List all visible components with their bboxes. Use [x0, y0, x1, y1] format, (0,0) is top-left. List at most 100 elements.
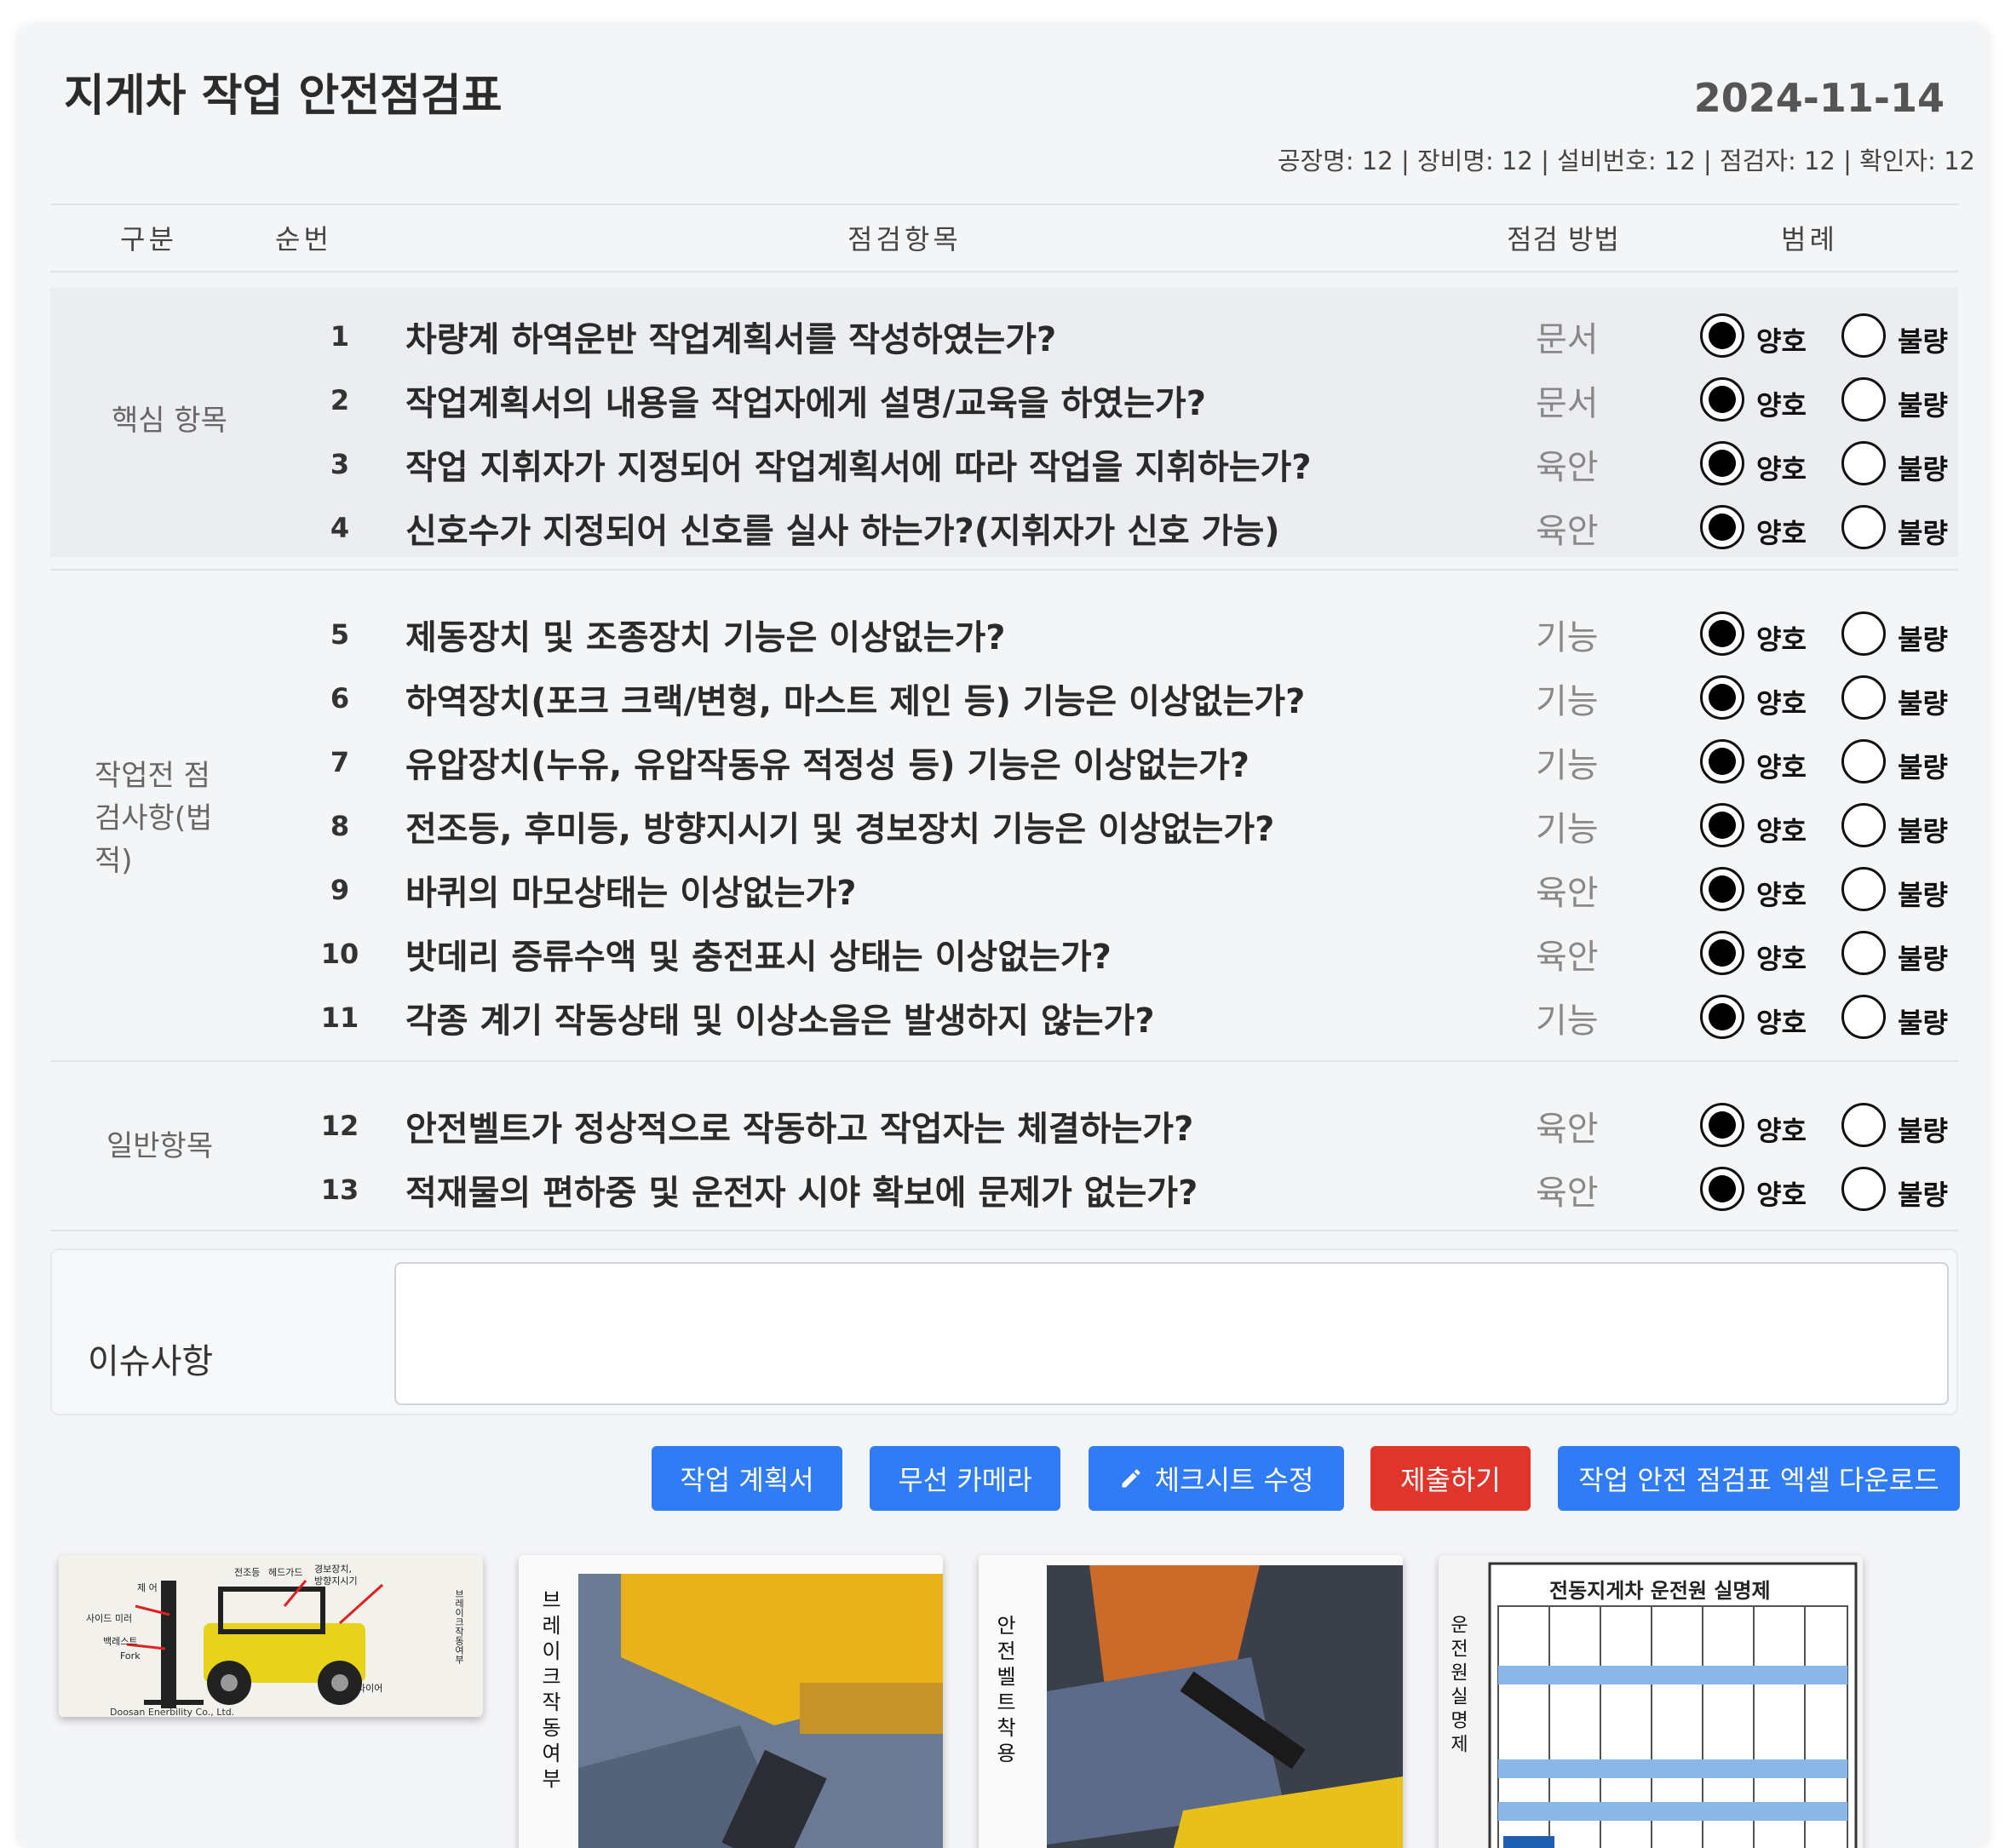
- issue-textarea[interactable]: [394, 1262, 1949, 1405]
- row-method: 기능: [1536, 618, 1599, 657]
- work-plan-button[interactable]: 작업 계획서: [652, 1446, 842, 1511]
- photo-brake-check[interactable]: 브레이크작동여부: [519, 1555, 943, 1848]
- row-method: 기능: [1536, 810, 1599, 849]
- row-number: 8: [330, 810, 350, 842]
- diagram-label: 백레스트: [103, 1636, 137, 1647]
- diagram-label: 방향지시기: [314, 1575, 358, 1587]
- excel-download-button[interactable]: 작업 안전 점검표 엑셀 다운로드: [1558, 1446, 1960, 1511]
- row-question: 작업계획서의 내용을 작업자에게 설명/교육을 하였는가?: [405, 384, 1206, 423]
- meta-inspector: 점검자: 12 |: [1719, 146, 1852, 175]
- meta-approver: 확인자: 12: [1859, 146, 1975, 175]
- edit-checksheet-button[interactable]: 체크시트 수정: [1089, 1446, 1344, 1511]
- radio-circle[interactable]: [1700, 995, 1744, 1039]
- radio-circle[interactable]: [1841, 803, 1886, 847]
- radio-bad-label: 불량: [1898, 1179, 1948, 1211]
- radio-circle[interactable]: [1841, 505, 1886, 549]
- radio-good-label: 양호: [1756, 389, 1807, 422]
- check-row: 12 안전벨트가 정상적으로 작동하고 작업자는 체결하는가? 육안 양호 불량: [50, 1091, 1958, 1155]
- radio-circle[interactable]: [1841, 611, 1886, 656]
- radio-circle[interactable]: [1700, 867, 1744, 911]
- section-pre-work: 작업전 점 검사항(법 적) 5 제동장치 및 조종장치 기능은 이상없는가? …: [50, 571, 1958, 1060]
- seatbelt-image: 안전벨트착용: [979, 1555, 1403, 1848]
- radio-bad-label: 불량: [1898, 751, 1948, 783]
- check-row: 6 하역장치(포크 크랙/변형, 마스트 제인 등) 기능은 이상없는가? 기능…: [50, 663, 1958, 727]
- edit-checksheet-label: 체크시트 수정: [1154, 1464, 1314, 1496]
- operator-board-image: 전동지게차 운전원 실명제 운전원실명제: [1439, 1555, 1863, 1848]
- row-number: 7: [330, 746, 350, 778]
- check-row: 10 밧데리 증류수액 및 충전표시 상태는 이상없는가? 육안 양호 불량: [50, 919, 1958, 983]
- row-method: 육안: [1536, 512, 1599, 551]
- radio-good-label: 양호: [1756, 815, 1807, 847]
- radio-bad-label: 불량: [1898, 1115, 1948, 1147]
- row-question: 유압장치(누유, 유압작동유 적정성 등) 기능은 이상없는가?: [405, 746, 1250, 785]
- brake-check-image: 브레이크작동여부: [519, 1555, 943, 1848]
- diagram-footer: Doosan Enerbility Co., Ltd.: [110, 1707, 234, 1717]
- diagram-label: Fork: [120, 1650, 141, 1661]
- submit-button[interactable]: 제출하기: [1370, 1446, 1531, 1511]
- row-method: 기능: [1536, 1001, 1599, 1041]
- divider: [50, 204, 1958, 205]
- radio-good-label: 양호: [1756, 687, 1807, 720]
- photo-forklift-diagram[interactable]: 전조등 헤드가드 경보장치, 방향지시기 제 어 사이드 미러 백레스트 For…: [59, 1555, 483, 1717]
- radio-bad-label: 불량: [1898, 623, 1948, 656]
- wireless-camera-button[interactable]: 무선 카메라: [870, 1446, 1060, 1511]
- radio-circle[interactable]: [1841, 1103, 1886, 1147]
- radio-bad-label: 불량: [1898, 517, 1948, 549]
- radio-circle[interactable]: [1700, 505, 1744, 549]
- radio-circle[interactable]: [1841, 931, 1886, 975]
- radio-circle[interactable]: [1841, 675, 1886, 720]
- radio-good-label: 양호: [1756, 517, 1807, 549]
- radio-circle[interactable]: [1841, 995, 1886, 1039]
- row-number: 9: [330, 874, 350, 906]
- radio-circle[interactable]: [1700, 441, 1744, 485]
- radio-circle[interactable]: [1700, 675, 1744, 720]
- row-method: 육안: [1536, 1110, 1599, 1149]
- row-number: 13: [320, 1174, 359, 1206]
- forklift-diagram-image: 전조등 헤드가드 경보장치, 방향지시기 제 어 사이드 미러 백레스트 For…: [59, 1555, 483, 1717]
- radio-bad-label: 불량: [1898, 815, 1948, 847]
- radio-circle[interactable]: [1700, 611, 1744, 656]
- pencil-icon: [1122, 1469, 1140, 1488]
- row-question: 밧데리 증류수액 및 충전표시 상태는 이상없는가?: [405, 938, 1112, 977]
- issue-label: 이슈사항: [88, 1342, 214, 1381]
- radio-circle[interactable]: [1700, 1103, 1744, 1147]
- radio-circle[interactable]: [1700, 739, 1744, 783]
- check-row: 2 작업계획서의 내용을 작업자에게 설명/교육을 하였는가? 문서 양호 불량: [50, 365, 1958, 429]
- radio-circle[interactable]: [1841, 377, 1886, 422]
- row-method: 육안: [1536, 1174, 1599, 1213]
- radio-bad-label: 불량: [1898, 879, 1948, 911]
- radio-circle[interactable]: [1700, 1167, 1744, 1211]
- radio-circle[interactable]: [1841, 441, 1886, 485]
- row-number: 1: [330, 320, 350, 353]
- row-question: 작업 지휘자가 지정되어 작업계획서에 따라 작업을 지휘하는가?: [405, 448, 1312, 487]
- row-number: 10: [320, 938, 359, 970]
- radio-circle[interactable]: [1700, 377, 1744, 422]
- row-question: 전조등, 후미등, 방향지시기 및 경보장치 기능은 이상없는가?: [405, 810, 1275, 849]
- check-row: 4 신호수가 지정되어 신호를 실사 하는가?(지휘자가 신호 가능) 육안 양…: [50, 493, 1958, 557]
- row-method: 육안: [1536, 938, 1599, 977]
- check-row: 7 유압장치(누유, 유압작동유 적정성 등) 기능은 이상없는가? 기능 양호…: [50, 727, 1958, 791]
- radio-good-label: 양호: [1756, 1179, 1807, 1211]
- row-question: 각종 계기 작동상태 및 이상소음은 발생하지 않는가?: [405, 1001, 1155, 1041]
- photo-operator-board[interactable]: 전동지게차 운전원 실명제 운전원실명제: [1439, 1555, 1863, 1848]
- radio-circle[interactable]: [1841, 739, 1886, 783]
- radio-circle[interactable]: [1841, 867, 1886, 911]
- radio-good-label: 양호: [1756, 1115, 1807, 1147]
- check-row: 13 적재물의 편하중 및 운전자 시야 확보에 문제가 없는가? 육안 양호 …: [50, 1155, 1958, 1219]
- radio-good-label: 양호: [1756, 943, 1807, 975]
- photo-seatbelt[interactable]: 안전벨트착용: [979, 1555, 1403, 1848]
- radio-circle[interactable]: [1700, 803, 1744, 847]
- radio-bad-label: 불량: [1898, 389, 1948, 422]
- radio-circle[interactable]: [1700, 931, 1744, 975]
- diagram-label: 사이드 미러: [86, 1613, 132, 1624]
- radio-circle[interactable]: [1841, 313, 1886, 358]
- row-method: 문서: [1536, 384, 1599, 423]
- board-title: 전동지게차 운전원 실명제: [1549, 1579, 1771, 1603]
- radio-circle[interactable]: [1700, 313, 1744, 358]
- row-number: 12: [320, 1110, 359, 1142]
- row-question: 제동장치 및 조종장치 기능은 이상없는가?: [405, 618, 1006, 657]
- radio-bad-label: 불량: [1898, 687, 1948, 720]
- row-question: 적재물의 편하중 및 운전자 시야 확보에 문제가 없는가?: [405, 1174, 1198, 1213]
- radio-circle[interactable]: [1841, 1167, 1886, 1211]
- photo-caption: 브레이크작동여부: [537, 1589, 561, 1793]
